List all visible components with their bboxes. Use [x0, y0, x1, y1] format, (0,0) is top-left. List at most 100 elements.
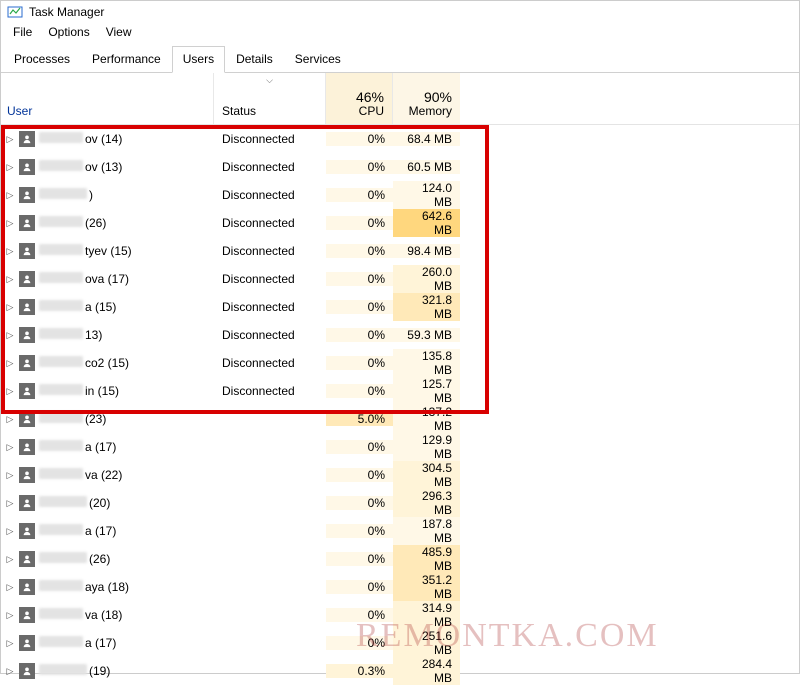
person-icon: [19, 467, 35, 483]
table-row[interactable]: ▷a (15)Disconnected0%321.8 MB: [1, 293, 799, 321]
expand-caret-icon[interactable]: ▷: [5, 610, 15, 621]
table-row[interactable]: ▷ (19)0.3%284.4 MB: [1, 657, 799, 685]
menu-file[interactable]: File: [5, 25, 40, 41]
table-row[interactable]: ▷ (23)5.0%137.2 MB: [1, 405, 799, 433]
cell-user: ▷aya (18): [1, 579, 214, 595]
user-name-suffix: ov (14): [85, 132, 122, 146]
cell-memory: 125.7 MB: [393, 377, 460, 405]
cell-status: Disconnected: [214, 356, 326, 370]
person-icon: [19, 635, 35, 651]
expand-caret-icon[interactable]: ▷: [5, 666, 15, 677]
user-name-suffix: 13): [85, 328, 102, 342]
tab-services[interactable]: Services: [284, 46, 352, 73]
column-header-status-label: Status: [222, 104, 317, 118]
table-row[interactable]: ▷in (15)Disconnected0%125.7 MB: [1, 377, 799, 405]
expand-caret-icon[interactable]: ▷: [5, 470, 15, 481]
expand-caret-icon[interactable]: ▷: [5, 526, 15, 537]
cell-memory: 485.9 MB: [393, 545, 460, 573]
table-row[interactable]: ▷(20)0%296.3 MB: [1, 489, 799, 517]
table-row[interactable]: ▷tyev (15)Disconnected0%98.4 MB: [1, 237, 799, 265]
column-header-cpu-label: CPU: [359, 104, 384, 118]
expand-caret-icon[interactable]: ▷: [5, 386, 15, 397]
cell-status: Disconnected: [214, 384, 326, 398]
person-icon: [19, 355, 35, 371]
expand-caret-icon[interactable]: ▷: [5, 442, 15, 453]
table-row[interactable]: ▷a (17)0%129.9 MB: [1, 433, 799, 461]
cell-memory: 284.4 MB: [393, 657, 460, 685]
user-name-suffix: tyev (15): [85, 244, 132, 258]
cell-user: ▷ va (22): [1, 467, 214, 483]
user-name-suffix: va (22): [85, 468, 122, 482]
user-name: in (15): [39, 384, 119, 398]
table-row[interactable]: ▷ (26)Disconnected0%642.6 MB: [1, 209, 799, 237]
column-header-user[interactable]: User: [1, 73, 214, 124]
table-row[interactable]: ▷a (17)0%251.6 MB: [1, 629, 799, 657]
expand-caret-icon[interactable]: ▷: [5, 638, 15, 649]
menu-options[interactable]: Options: [40, 25, 97, 41]
tab-performance[interactable]: Performance: [81, 46, 172, 73]
person-icon: [19, 327, 35, 343]
tab-users[interactable]: Users: [172, 46, 225, 73]
table-row[interactable]: ▷a (17)0%187.8 MB: [1, 517, 799, 545]
expand-caret-icon[interactable]: ▷: [5, 330, 15, 341]
expand-caret-icon[interactable]: ▷: [5, 162, 15, 173]
cell-cpu: 0%: [326, 356, 393, 370]
expand-caret-icon[interactable]: ▷: [5, 246, 15, 257]
cell-status: Disconnected: [214, 300, 326, 314]
expand-caret-icon[interactable]: ▷: [5, 358, 15, 369]
cell-memory: 135.8 MB: [393, 349, 460, 377]
person-icon: [19, 271, 35, 287]
cell-user: ▷ov (13): [1, 159, 214, 175]
redacted-name: [39, 468, 83, 479]
person-icon: [19, 215, 35, 231]
redacted-name: [39, 412, 83, 423]
cell-user: ▷ ov (14): [1, 131, 214, 147]
cell-cpu: 0%: [326, 440, 393, 454]
cell-memory: 68.4 MB: [393, 132, 460, 146]
menu-view[interactable]: View: [98, 25, 140, 41]
expand-caret-icon[interactable]: ▷: [5, 190, 15, 201]
cell-user: ▷ 13): [1, 327, 214, 343]
window-title: Task Manager: [29, 5, 104, 19]
cell-memory: 251.6 MB: [393, 629, 460, 657]
cell-cpu: 0%: [326, 468, 393, 482]
expand-caret-icon[interactable]: ▷: [5, 218, 15, 229]
column-header-cpu[interactable]: 46% CPU: [326, 73, 393, 124]
tab-details[interactable]: Details: [225, 46, 284, 73]
cell-memory: 314.9 MB: [393, 601, 460, 629]
cell-memory: 124.0 MB: [393, 181, 460, 209]
table-row[interactable]: ▷aya (18)0%351.2 MB: [1, 573, 799, 601]
table-row[interactable]: ▷ov (13)Disconnected0%60.5 MB: [1, 153, 799, 181]
expand-caret-icon[interactable]: ▷: [5, 582, 15, 593]
expand-caret-icon[interactable]: ▷: [5, 498, 15, 509]
user-name: va (18): [39, 608, 122, 622]
expand-caret-icon[interactable]: ▷: [5, 302, 15, 313]
redacted-name: [39, 300, 83, 311]
person-icon: [19, 243, 35, 259]
table-row[interactable]: ▷va (22)0%304.5 MB: [1, 461, 799, 489]
cell-status: Disconnected: [214, 272, 326, 286]
table-row[interactable]: ▷ (26)0%485.9 MB: [1, 545, 799, 573]
expand-caret-icon[interactable]: ▷: [5, 274, 15, 285]
cell-user: ▷a (17): [1, 635, 214, 651]
expand-caret-icon[interactable]: ▷: [5, 134, 15, 145]
user-name: a (17): [39, 524, 116, 538]
memory-total-percent: 90%: [424, 89, 452, 105]
sort-chevron-icon: ⌵: [266, 75, 273, 86]
expand-caret-icon[interactable]: ▷: [5, 414, 15, 425]
table-row[interactable]: ▷co2 (15)Disconnected0%135.8 MB: [1, 349, 799, 377]
tab-processes[interactable]: Processes: [3, 46, 81, 73]
person-icon: [19, 187, 35, 203]
expand-caret-icon[interactable]: ▷: [5, 554, 15, 565]
table-row[interactable]: ▷ov (14)Disconnected0%68.4 MB: [1, 125, 799, 153]
user-name-suffix: in (15): [85, 384, 119, 398]
person-icon: [19, 411, 35, 427]
column-header-memory[interactable]: 90% Memory: [393, 73, 460, 124]
table-row[interactable]: ▷va (18)0%314.9 MB: [1, 601, 799, 629]
column-header-status[interactable]: ⌵ Status: [214, 73, 326, 124]
redacted-name: [39, 608, 83, 619]
table-row[interactable]: ▷)Disconnected0%124.0 MB: [1, 181, 799, 209]
table-row[interactable]: ▷ova (17)Disconnected0%260.0 MB: [1, 265, 799, 293]
user-name-suffix: va (18): [85, 608, 122, 622]
table-row[interactable]: ▷13)Disconnected0%59.3 MB: [1, 321, 799, 349]
